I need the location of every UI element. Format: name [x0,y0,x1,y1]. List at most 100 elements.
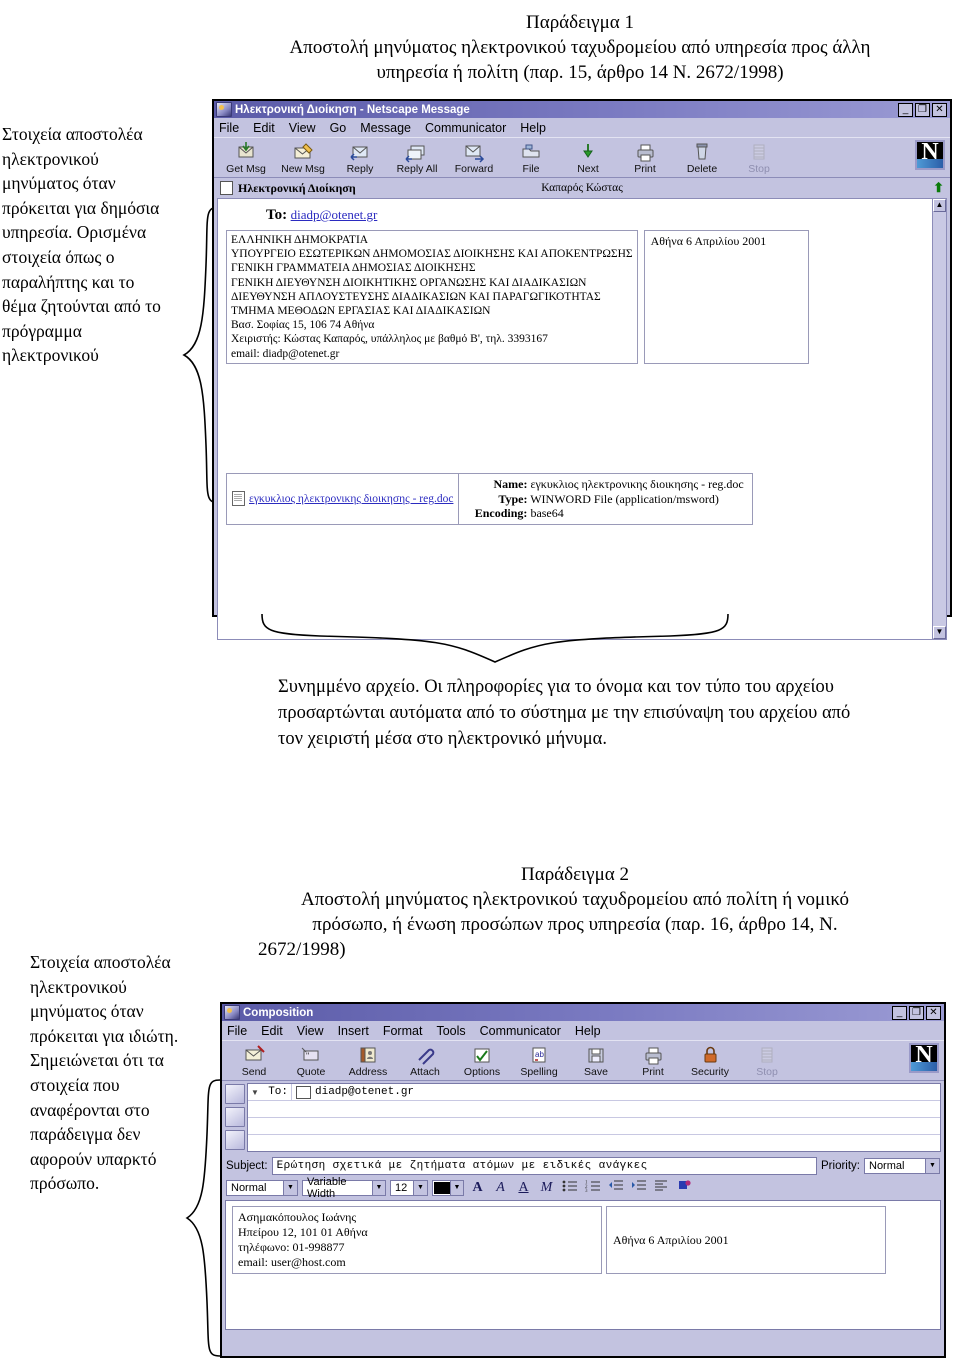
underline-icon[interactable]: A [514,1179,533,1196]
menu-view[interactable]: View [289,121,316,135]
font-family-chevron-icon[interactable]: ▼ [372,1180,385,1195]
reply-label: Reply [346,163,374,175]
decrease-indent-icon[interactable] [606,1179,625,1196]
composition-titlebar[interactable]: Composition _ ❐ ✕ [222,1004,944,1021]
attach-side-icon[interactable] [225,1107,245,1127]
toolbar-file[interactable]: File [505,141,557,175]
options-side-icon[interactable] [225,1130,245,1150]
recipient-row-empty-2[interactable] [248,1118,940,1135]
toolbar-print[interactable]: Print [619,141,671,175]
toolbar-security[interactable]: Security [684,1044,736,1078]
composition-app-icon [224,1005,240,1020]
attachment-link[interactable]: εγκυκλιος ηλεκτρονικης διοικησης - reg.d… [226,473,460,525]
toolbar-attach[interactable]: Attach [399,1044,451,1078]
svg-text:3: 3 [585,1189,588,1192]
composition-body[interactable]: Ασημακόπουλος Ιωάνης Ηπείρου 12, 101 01 … [225,1200,941,1330]
toolbar-get-msg[interactable]: Get Msg [220,141,272,175]
menu-edit[interactable]: Edit [253,121,275,135]
toolbar-save[interactable]: Save [570,1044,622,1078]
reply-all-icon [404,141,430,163]
toolbar-next[interactable]: Next [562,141,614,175]
address-book-side-icon[interactable] [225,1084,245,1104]
save-label: Save [584,1066,608,1078]
font-size-select[interactable]: 12 ▼ [390,1179,428,1196]
comp-menu-tools[interactable]: Tools [436,1024,465,1038]
scroll-up-arrow[interactable]: ▲ [933,199,946,212]
delete-label: Delete [686,163,718,175]
menu-message[interactable]: Message [360,121,411,135]
comp-menu-communicator[interactable]: Communicator [480,1024,561,1038]
subject-input[interactable]: Ερώτηση σχετικά με ζητήματα ατόμων με ει… [271,1157,818,1175]
comp-menu-file[interactable]: File [227,1024,247,1038]
example2-subheading-line3: 2672/1998) [258,939,346,960]
comp-menu-edit[interactable]: Edit [261,1024,283,1038]
address-label: Address [348,1066,388,1078]
toolbar-reply[interactable]: Reply [334,141,386,175]
font-size-chevron-icon[interactable]: ▼ [413,1180,427,1195]
menu-go[interactable]: Go [330,121,347,135]
composition-toolbar: Send " Quote Address Attach Options ab S… [222,1040,944,1081]
recipient-row-to[interactable]: ▼ To: diadp@otenet.gr [248,1084,940,1101]
priority-select[interactable]: Normal ▼ [864,1158,940,1174]
font-family-select[interactable]: Variable Width ▼ [302,1176,386,1200]
toolbar-quote[interactable]: " Quote [285,1044,337,1078]
insert-object-icon[interactable] [675,1179,694,1196]
message-vertical-scrollbar[interactable]: ▲ ▼ [932,199,946,639]
toolbar-spelling[interactable]: ab Spelling [513,1044,565,1078]
font-color-select[interactable]: ▼ [432,1179,464,1196]
composition-close-button[interactable]: ✕ [926,1005,941,1020]
recipient-row-empty-1[interactable] [248,1101,940,1118]
message-window-titlebar[interactable]: Ηλεκτρονική Διοίκηση - Netscape Message … [214,101,950,118]
fixed-width-icon[interactable]: M [537,1179,556,1196]
bullet-list-icon[interactable] [560,1179,579,1196]
attachment-type-label: Type: [498,491,528,506]
comp-menu-format[interactable]: Format [383,1024,423,1038]
comp-menu-insert[interactable]: Insert [338,1024,369,1038]
menu-communicator[interactable]: Communicator [425,121,506,135]
priority-label: Priority: [821,1160,860,1172]
sender-name: Ασημακόπουλος Ιωάνης [238,1210,357,1224]
toolbar-print-comp[interactable]: Print [627,1044,679,1078]
toolbar-reply-all[interactable]: Reply All [391,141,443,175]
alignment-icon[interactable] [652,1179,671,1196]
composition-minimize-button[interactable]: _ [892,1005,907,1020]
numbered-list-icon[interactable]: 123 [583,1179,602,1196]
paragraph-style-select[interactable]: Normal ▼ [226,1179,298,1196]
scroll-down-arrow[interactable]: ▼ [933,626,946,639]
comp-menu-view[interactable]: View [297,1024,324,1038]
example1-note: Στοιχεία αποστολέα ηλεκτρονικού μηνύματο… [2,124,161,366]
bold-icon[interactable]: A [468,1179,487,1196]
toolbar-new-msg[interactable]: New Msg [277,141,329,175]
recipient-row-empty-3[interactable] [248,1135,940,1151]
stop-label: Stop [748,163,770,175]
subject-bar: Subject: Ερώτηση σχετικά με ζητήματα ατό… [222,1155,944,1177]
toolbar-forward[interactable]: Forward [448,141,500,175]
toolbar-options[interactable]: Options [456,1044,508,1078]
font-color-chevron-icon[interactable]: ▼ [449,1180,463,1195]
toolbar-send[interactable]: Send [228,1044,280,1078]
toolbar-delete[interactable]: Delete [676,141,728,175]
new-msg-icon [290,141,316,163]
paragraph-style-chevron-icon[interactable]: ▼ [283,1180,297,1195]
toolbar-address[interactable]: Address [342,1044,394,1078]
minimize-button[interactable]: _ [898,102,913,117]
menu-file[interactable]: File [219,121,239,135]
italic-icon[interactable]: A [491,1179,510,1196]
priority-chevron-icon[interactable]: ▼ [925,1159,939,1173]
letterhead-line-4: ΓΕΝΙΚΗ ΔΙΕΥΘΥΝΣΗ ΔΙΟΙΚΗΤΙΚΗΣ ΟΡΓΑΝΩΣΗΣ Κ… [231,276,587,289]
composition-restore-button[interactable]: ❐ [909,1005,924,1020]
chevron-down-icon[interactable]: ▼ [248,1088,262,1097]
close-button[interactable]: ✕ [932,102,947,117]
security-lock-icon [697,1044,723,1066]
increase-indent-icon[interactable] [629,1179,648,1196]
up-arrow-icon[interactable]: ⬆ [933,180,944,196]
get-msg-label: Get Msg [226,163,266,175]
composition-menubar: File Edit View Insert Format Tools Commu… [222,1021,944,1040]
comp-menu-help[interactable]: Help [575,1024,601,1038]
composition-window-title: Composition [243,1006,314,1019]
recipient-grid[interactable]: ▼ To: diadp@otenet.gr [247,1083,941,1152]
to-address-link[interactable]: diadp@otenet.gr [291,207,378,222]
file-icon [518,141,544,163]
restore-button[interactable]: ❐ [915,102,930,117]
menu-help[interactable]: Help [520,121,546,135]
